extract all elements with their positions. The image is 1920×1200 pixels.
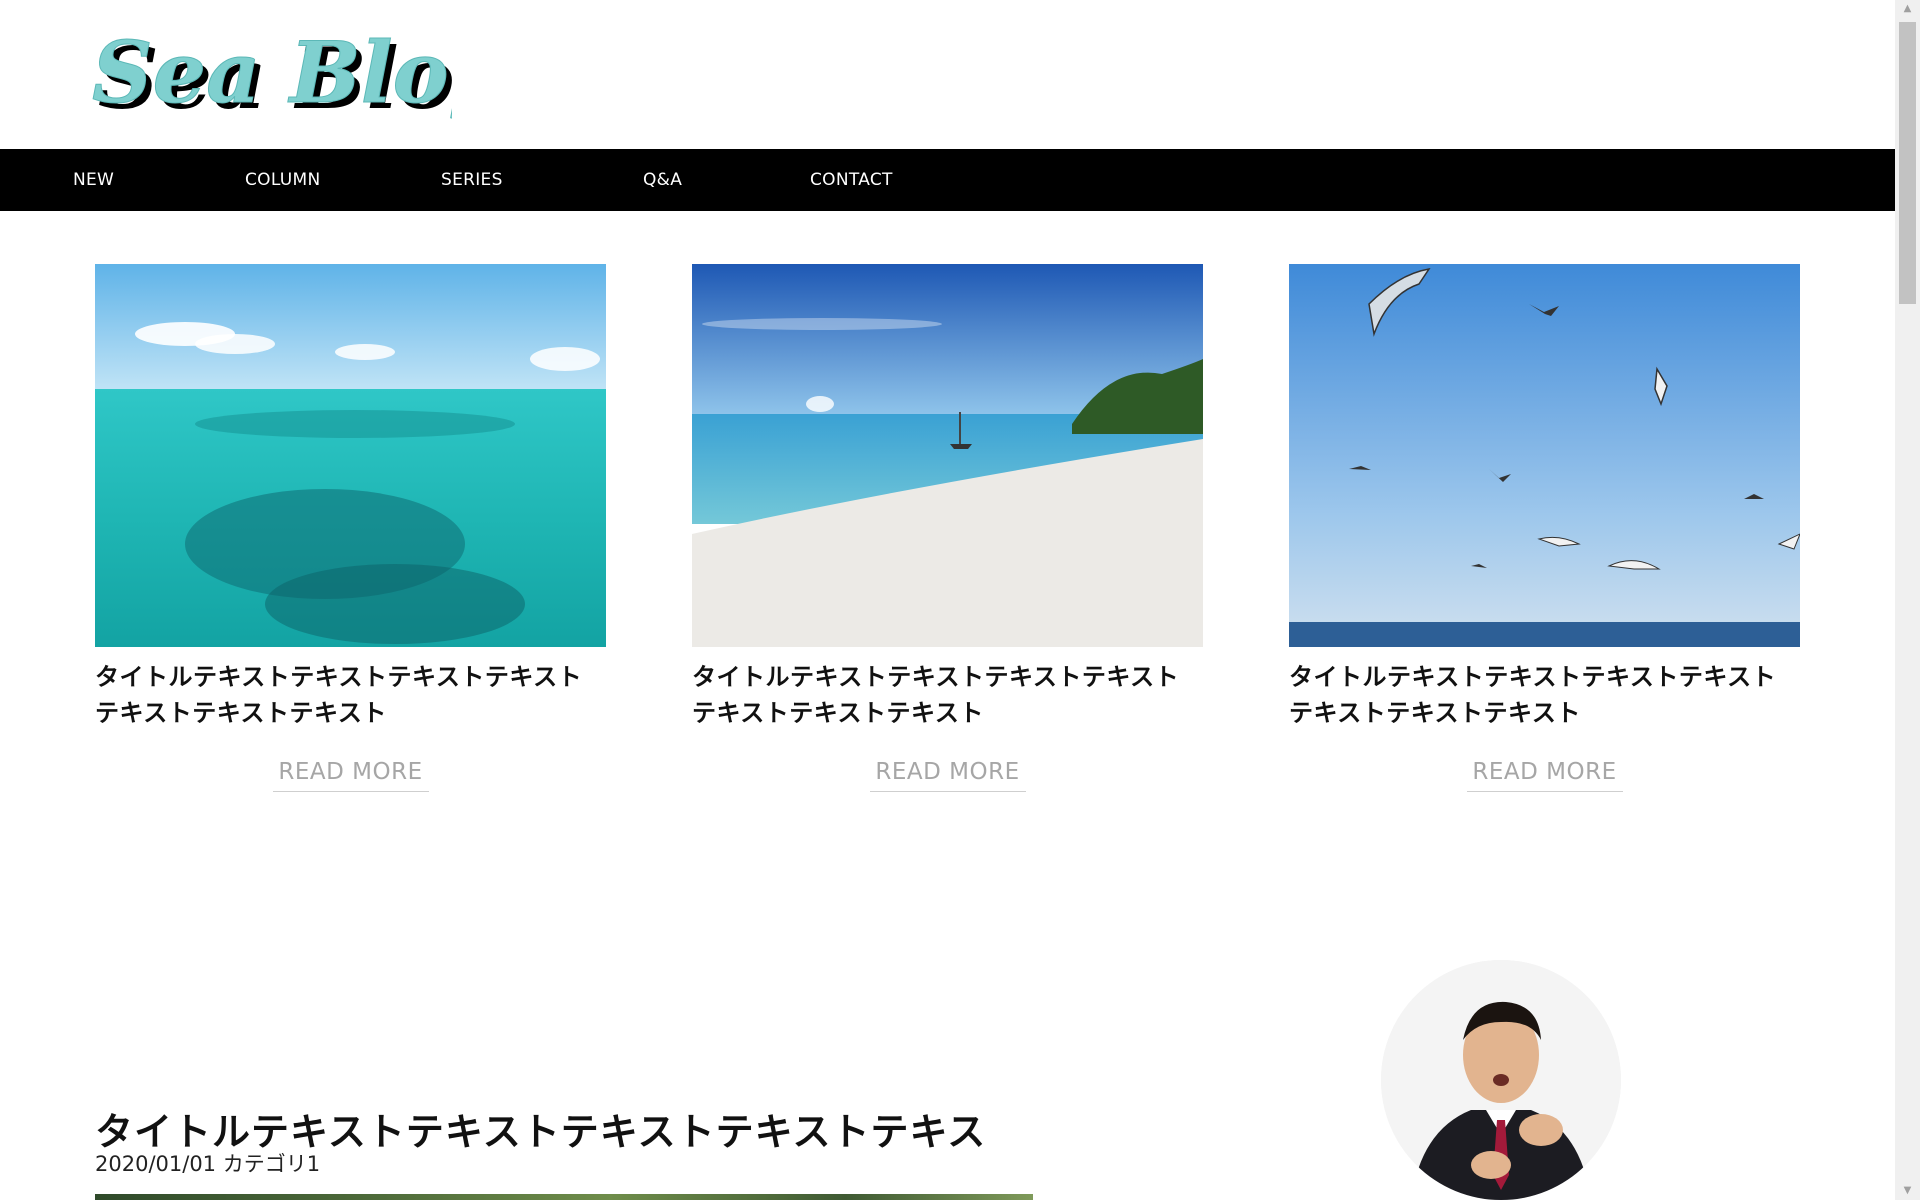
article-card: タイトルテキストテキストテキストテキストテキストテキストテキスト READ MO… xyxy=(692,264,1203,792)
nav-item-new[interactable]: NEW xyxy=(73,149,114,211)
scroll-up-icon[interactable]: ▲ xyxy=(1895,0,1920,18)
main-nav: NEW COLUMN SERIES Q&A CONTACT xyxy=(0,149,1895,211)
post-date: 2020/01/01 xyxy=(95,1152,217,1176)
article-card: タイトルテキストテキストテキストテキストテキストテキストテキスト READ MO… xyxy=(1289,264,1800,792)
nav-item-series[interactable]: SERIES xyxy=(441,149,503,211)
author-avatar[interactable] xyxy=(1381,960,1621,1200)
post-meta: 2020/01/01 カテゴリ1 xyxy=(95,1148,320,1178)
seagulls-sky-photo[interactable] xyxy=(1289,264,1800,647)
nav-item-qa[interactable]: Q&A xyxy=(643,149,682,211)
card-title[interactable]: タイトルテキストテキストテキストテキストテキストテキストテキスト xyxy=(692,659,1203,731)
businessman-portrait-photo xyxy=(1381,960,1621,1200)
read-more-link[interactable]: READ MORE xyxy=(869,759,1026,792)
blog-page: Sea Blog Sea Blog NEW COLUMN SERIES Q&A … xyxy=(0,0,1920,1200)
page-scrollbar[interactable]: ▲ ▼ xyxy=(1895,0,1920,1200)
logo-text: Sea Blog xyxy=(92,23,452,122)
read-more-link[interactable]: READ MORE xyxy=(1466,759,1623,792)
site-logo[interactable]: Sea Blog Sea Blog xyxy=(92,16,452,136)
card-title[interactable]: タイトルテキストテキストテキストテキストテキストテキストテキスト xyxy=(1289,659,1800,731)
nav-item-contact[interactable]: CONTACT xyxy=(810,149,893,211)
read-more-link[interactable]: READ MORE xyxy=(272,759,429,792)
card-title[interactable]: タイトルテキストテキストテキストテキストテキストテキストテキスト xyxy=(95,659,606,731)
turquoise-sea-photo[interactable] xyxy=(95,264,606,647)
scroll-thumb[interactable] xyxy=(1899,22,1916,304)
nav-item-column[interactable]: COLUMN xyxy=(245,149,321,211)
scroll-down-icon[interactable]: ▼ xyxy=(1895,1182,1920,1200)
white-beach-island-photo[interactable] xyxy=(692,264,1203,647)
site-header: Sea Blog Sea Blog xyxy=(0,0,1895,148)
article-card: タイトルテキストテキストテキストテキストテキストテキストテキスト READ MO… xyxy=(95,264,606,792)
post-category[interactable]: カテゴリ1 xyxy=(223,1152,320,1176)
post-image[interactable] xyxy=(95,1194,1033,1200)
